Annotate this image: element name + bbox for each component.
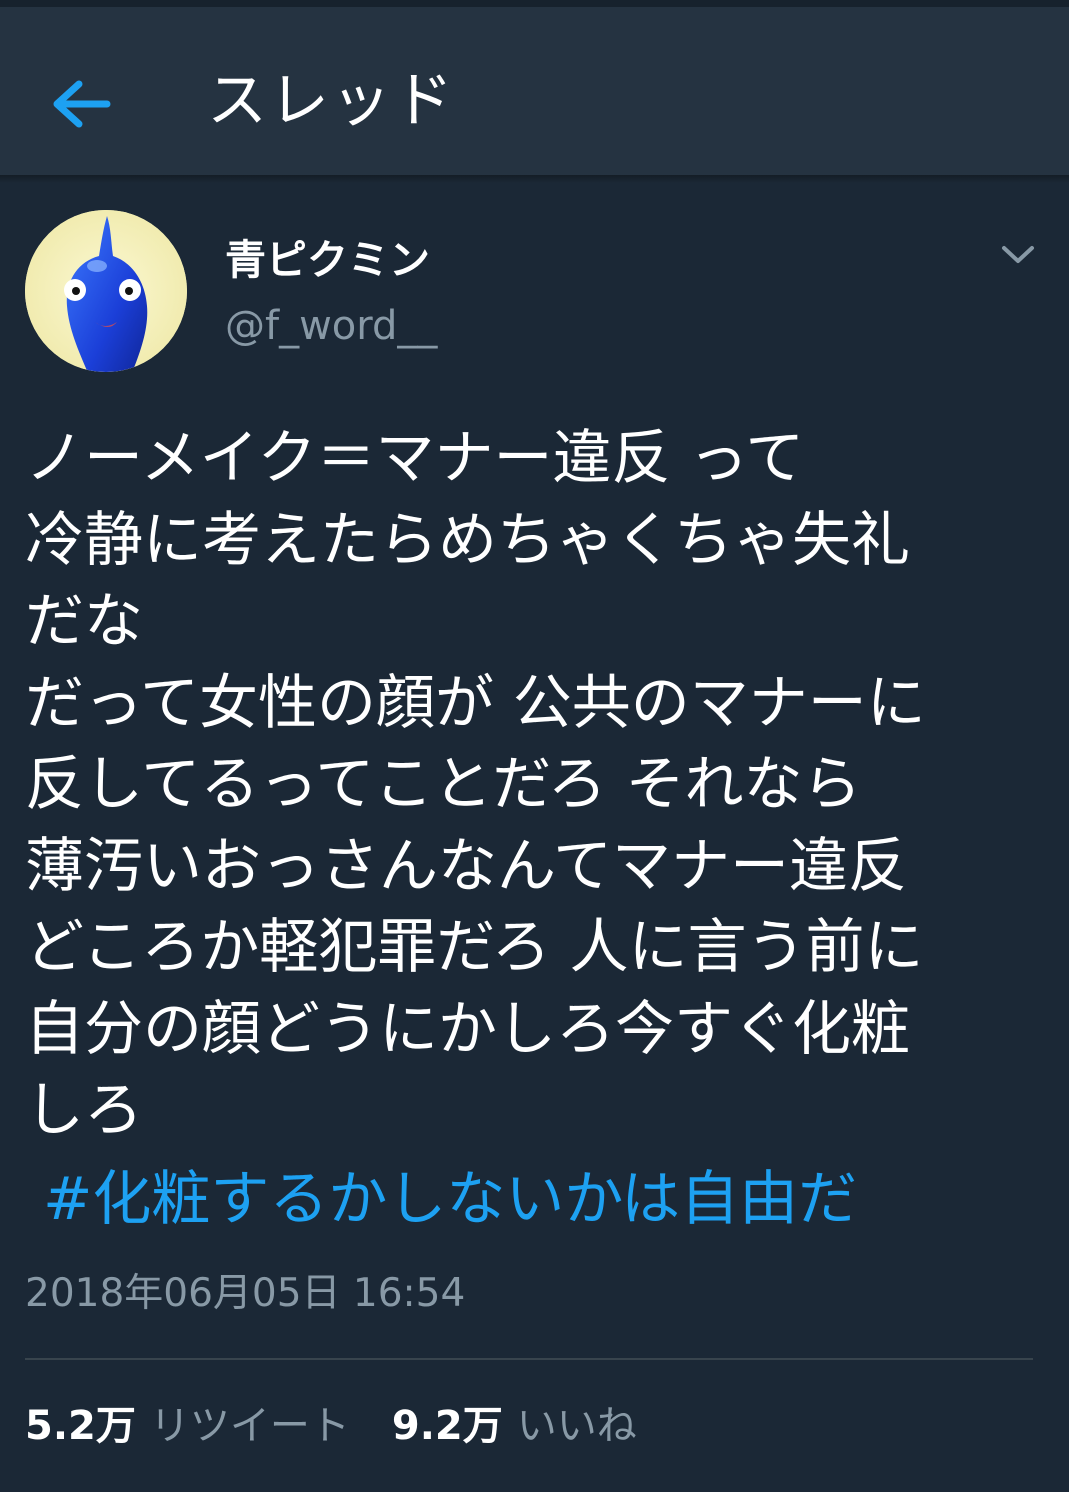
header-shadow	[0, 175, 1069, 183]
display-name[interactable]: 青ピクミン	[225, 232, 430, 288]
tweet-text-line: どころか軽犯罪だろ 人に言う前に	[25, 912, 924, 981]
hashtag-link[interactable]: #化粧するかしないかは自由だ	[43, 1158, 857, 1239]
retweets-stat[interactable]: 5.2万 リツイート	[25, 1396, 350, 1456]
tweet-text-line: しろ	[25, 1075, 144, 1144]
tweet-stats: 5.2万 リツイート 9.2万 いいね	[25, 1396, 637, 1456]
tweet-timestamp[interactable]: 2018年06月05日 16:54	[25, 1266, 465, 1322]
blue-pikmin-avatar-image	[25, 210, 187, 372]
tweet-text-line: 自分の顔どうにかしろ今すぐ化粧	[25, 993, 911, 1063]
tweet-text-line: 冷静に考えたらめちゃくちゃ失礼	[25, 504, 911, 574]
arrow-left-icon	[53, 80, 111, 128]
likes-label: いいね	[516, 1403, 637, 1449]
avatar[interactable]	[25, 210, 187, 372]
tweet-text-line: だな	[25, 586, 144, 655]
likes-stat[interactable]: 9.2万 いいね	[392, 1396, 637, 1456]
thread-header: スレッド	[0, 0, 1069, 175]
retweets-label: リツイート	[149, 1403, 350, 1449]
back-button[interactable]	[40, 69, 120, 139]
tweet-text: ノーメイク＝マナー違反 って 冷静に考えたらめちゃくちゃ失礼 だな だって女性の…	[25, 417, 1055, 1151]
tweet-text-line: ノーメイク＝マナー違反 って	[25, 423, 805, 492]
divider	[25, 1358, 1033, 1360]
tweet-text-line: 薄汚いおっさんなんてマナー違反	[25, 830, 908, 900]
user-handle[interactable]: @f_word__	[225, 298, 437, 354]
chevron-down-icon	[1002, 246, 1034, 263]
retweets-count: 5.2万	[25, 1403, 136, 1449]
tweet-text-line: だって女性の顔が 公共のマナーに	[25, 667, 926, 737]
page-title: スレッド	[207, 66, 455, 136]
tweet-menu-button[interactable]	[990, 232, 1046, 278]
tweet-text-line: 反してるってことだろ それなら	[25, 749, 862, 818]
likes-count: 9.2万	[391, 1403, 503, 1449]
